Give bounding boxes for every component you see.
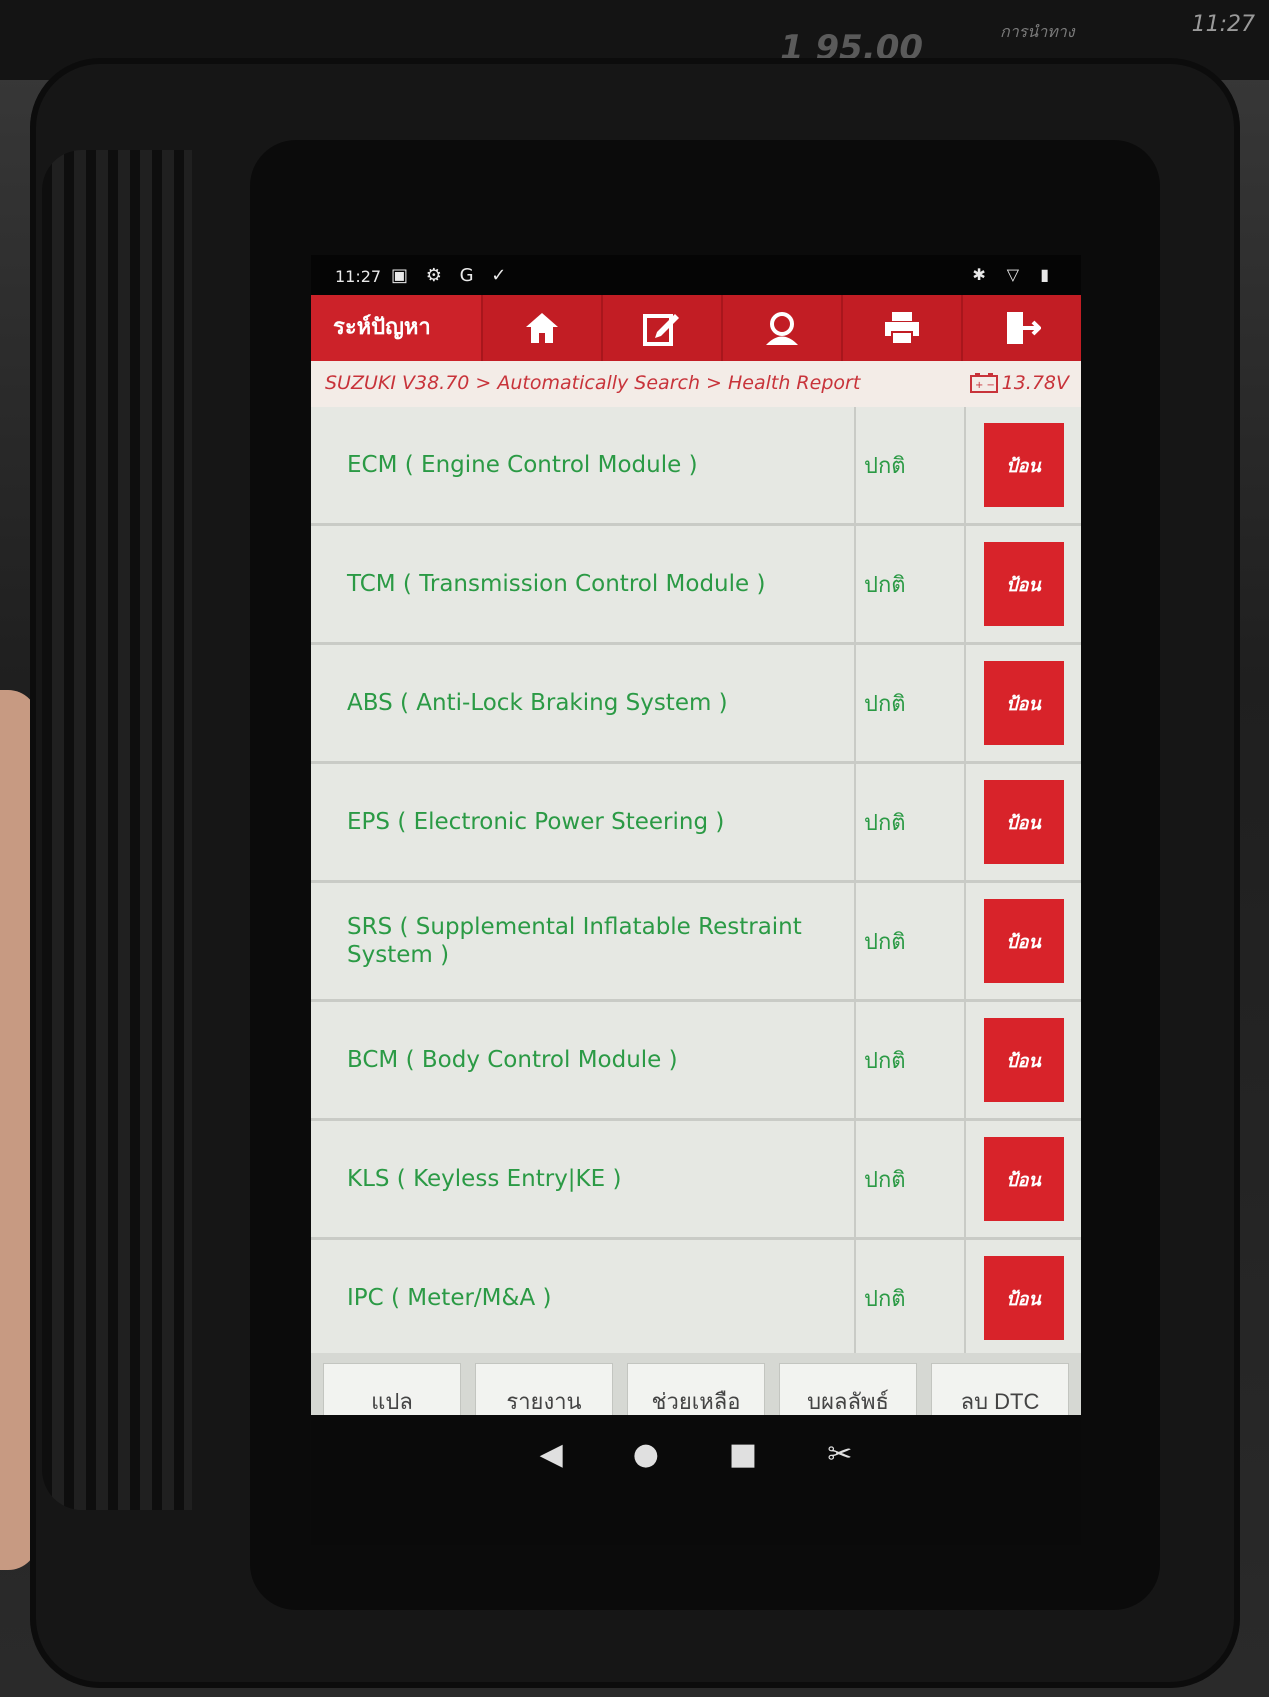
back-icon[interactable]: ◀ [540,1437,563,1472]
status-right-icons: ✱ ▽ ▮ [972,265,1057,284]
enter-module-button[interactable]: ป้อน [983,1256,1064,1340]
app-window: ระห์ปัญหา SUZUKI V38.70 > Automatically … [311,295,1081,1449]
recents-icon[interactable]: ■ [729,1437,757,1472]
battery-voltage: + − 13.78V [969,372,1069,394]
enter-module-button[interactable]: ป้อน [983,780,1064,864]
breadcrumb-path: SUZUKI V38.70 > Automatically Search > H… [325,372,861,394]
module-status: ปกติ [856,407,966,523]
tablet-screen: 11:27 ▣ ⚙ G ✓ ✱ ▽ ▮ ระห์ปัญหา SUZUKI V38… [311,255,1081,1545]
status-bar: 11:27 ▣ ⚙ G ✓ ✱ ▽ ▮ [311,255,1081,295]
enter-module-button[interactable]: ป้อน [983,661,1064,745]
module-row: BCM ( Body Control Module ) ปกติ ป้อน [311,1002,1081,1121]
module-status: ปกติ [856,883,966,999]
car-nav-label: การนำทาง [1000,22,1075,41]
module-name: IPC ( Meter/M&A ) [311,1240,856,1353]
top-toolbar: ระห์ปัญหา [311,295,1081,361]
home-circle-icon[interactable]: ● [633,1437,659,1472]
module-row: SRS ( Supplemental Inflatable Restraint … [311,883,1081,1002]
enter-module-button[interactable]: ป้อน [983,1137,1064,1221]
svg-text:+ −: + − [975,380,995,391]
device-grip [42,150,192,1510]
module-name: TCM ( Transmission Control Module ) [311,526,856,642]
screenshot-icon[interactable]: ✂ [827,1437,852,1472]
enter-module-button[interactable]: ป้อน [983,542,1064,626]
module-status: ปกติ [856,764,966,880]
module-name: KLS ( Keyless Entry|KE ) [311,1121,856,1237]
exit-icon [1007,312,1041,344]
module-row: KLS ( Keyless Entry|KE ) ปกติ ป้อน [311,1121,1081,1240]
support-icon [766,312,798,345]
module-list: ECM ( Engine Control Module ) ปกติ ป้อน … [311,407,1081,1353]
module-name: ECM ( Engine Control Module ) [311,407,856,523]
car-clock: 11:27 [1191,12,1255,37]
enter-module-button[interactable]: ป้อน [983,423,1064,507]
module-name: SRS ( Supplemental Inflatable Restraint … [311,883,856,999]
voltage-value: 13.78V [1001,372,1069,394]
module-status: ปกติ [856,526,966,642]
print-button[interactable] [841,295,961,361]
app-title: ระห์ปัญหา [333,315,431,340]
module-row: IPC ( Meter/M&A ) ปกติ ป้อน [311,1240,1081,1353]
module-status: ปกติ [856,1240,966,1353]
support-button[interactable] [721,295,841,361]
print-icon [885,312,919,345]
edit-button[interactable] [601,295,721,361]
module-name: BCM ( Body Control Module ) [311,1002,856,1118]
module-row: ABS ( Anti-Lock Braking System ) ปกติ ป้… [311,645,1081,764]
module-name: EPS ( Electronic Power Steering ) [311,764,856,880]
status-time: 11:27 [335,267,382,286]
status-icons: ▣ ⚙ G ✓ [391,265,513,286]
module-status: ปกติ [856,1121,966,1237]
module-row: EPS ( Electronic Power Steering ) ปกติ ป… [311,764,1081,883]
module-row: ECM ( Engine Control Module ) ปกติ ป้อน [311,407,1081,526]
module-row: TCM ( Transmission Control Module ) ปกติ… [311,526,1081,645]
module-status: ปกติ [856,1002,966,1118]
edit-icon [643,314,679,346]
enter-module-button[interactable]: ป้อน [983,1018,1064,1102]
battery-icon: + − [969,373,998,393]
home-button[interactable] [481,295,601,361]
home-icon [526,313,558,343]
enter-module-button[interactable]: ป้อน [983,899,1064,983]
android-nav-bar: ◀ ● ■ ✂ [311,1415,1081,1545]
module-name: ABS ( Anti-Lock Braking System ) [311,645,856,761]
module-status: ปกติ [856,645,966,761]
breadcrumb: SUZUKI V38.70 > Automatically Search > H… [311,361,1081,407]
exit-button[interactable] [961,295,1081,361]
